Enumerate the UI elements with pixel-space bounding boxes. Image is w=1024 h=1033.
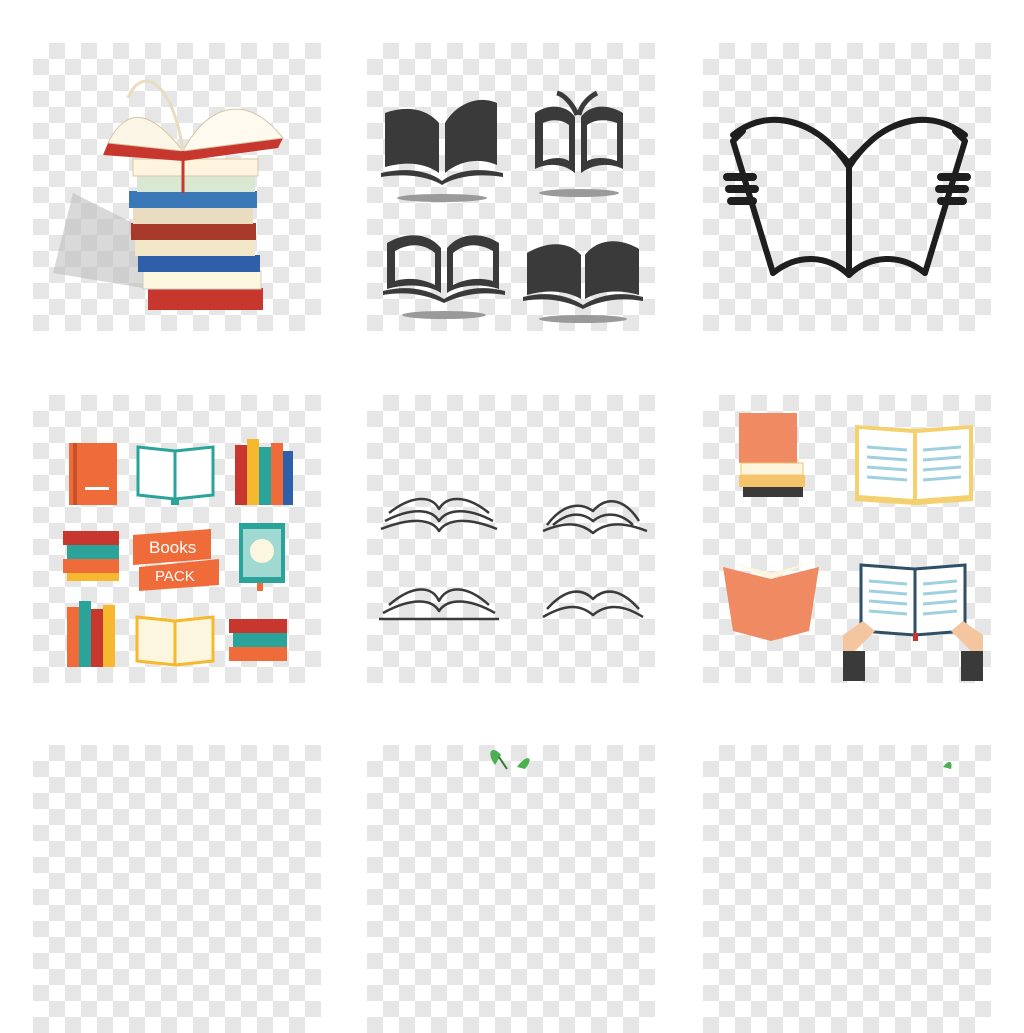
book-stack-photo-icon bbox=[53, 79, 284, 310]
plant-sprout-icon bbox=[490, 750, 530, 770]
thumbnail-partial-middle[interactable] bbox=[367, 745, 655, 1033]
flat-books-pack-icon: Books PACK bbox=[63, 439, 293, 667]
flat-reading-books-icon bbox=[723, 413, 983, 681]
thumbnail-partial-right[interactable] bbox=[703, 745, 991, 1033]
thumbnail-partial-left[interactable] bbox=[33, 745, 321, 1033]
reading-hands-book-icon bbox=[723, 116, 971, 278]
thumbnail-reading-hands[interactable] bbox=[703, 43, 991, 331]
open-book-silhouettes-icon bbox=[381, 90, 643, 323]
thumbnail-book-silhouettes[interactable] bbox=[367, 43, 655, 331]
partial-tile-icon bbox=[33, 745, 321, 1033]
thumbnail-book-stack[interactable] bbox=[33, 43, 321, 331]
ribbon-pack-text: PACK bbox=[155, 568, 195, 585]
thumbnail-books-pack[interactable]: Books PACK bbox=[33, 395, 321, 683]
outline-open-books-icon bbox=[379, 497, 648, 621]
thumbnail-outline-books[interactable] bbox=[367, 395, 655, 683]
partial-tile-icon bbox=[943, 761, 952, 769]
thumbnail-flat-reading[interactable] bbox=[703, 395, 991, 683]
ribbon-books-text: Books bbox=[149, 538, 196, 557]
